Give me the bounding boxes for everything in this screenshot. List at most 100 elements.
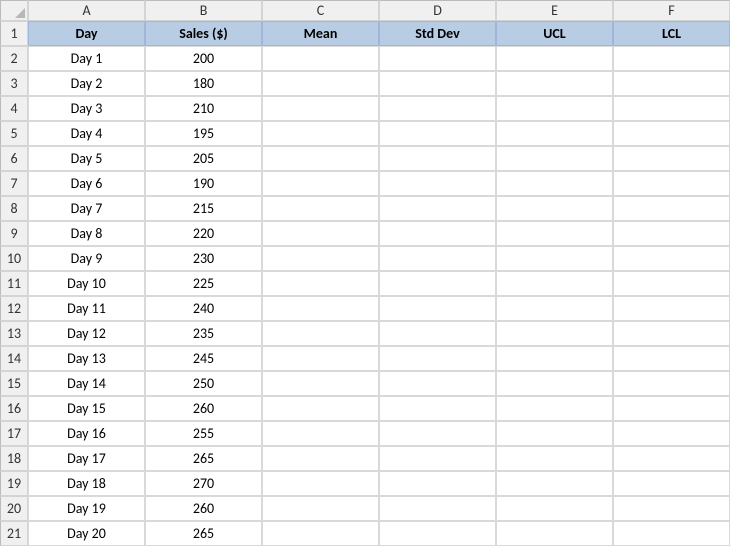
cell-F18[interactable] — [613, 446, 730, 471]
cell-B20[interactable]: 260 — [145, 496, 262, 521]
row-header-7[interactable]: 7 — [0, 171, 28, 196]
cell-D21[interactable] — [379, 521, 496, 546]
cell-E2[interactable] — [496, 46, 613, 71]
col-header-F[interactable]: F — [613, 0, 730, 21]
cell-F6[interactable] — [613, 146, 730, 171]
cell-A11[interactable]: Day 10 — [28, 271, 145, 296]
col-header-B[interactable]: B — [145, 0, 262, 21]
cell-F4[interactable] — [613, 96, 730, 121]
row-header-21[interactable]: 21 — [0, 521, 28, 546]
cell-D9[interactable] — [379, 221, 496, 246]
cell-D14[interactable] — [379, 346, 496, 371]
cell-F9[interactable] — [613, 221, 730, 246]
cell-F7[interactable] — [613, 171, 730, 196]
cell-F15[interactable] — [613, 371, 730, 396]
cell-B18[interactable]: 265 — [145, 446, 262, 471]
row-header-1[interactable]: 1 — [0, 21, 28, 46]
cell-A13[interactable]: Day 12 — [28, 321, 145, 346]
cell-C15[interactable] — [262, 371, 379, 396]
cell-D11[interactable] — [379, 271, 496, 296]
cell-E6[interactable] — [496, 146, 613, 171]
row-header-17[interactable]: 17 — [0, 421, 28, 446]
cell-A8[interactable]: Day 7 — [28, 196, 145, 221]
cell-D18[interactable] — [379, 446, 496, 471]
cell-C20[interactable] — [262, 496, 379, 521]
cell-F12[interactable] — [613, 296, 730, 321]
cell-A6[interactable]: Day 5 — [28, 146, 145, 171]
cell-C11[interactable] — [262, 271, 379, 296]
row-header-10[interactable]: 10 — [0, 246, 28, 271]
cell-D5[interactable] — [379, 121, 496, 146]
row-header-9[interactable]: 9 — [0, 221, 28, 246]
cell-A4[interactable]: Day 3 — [28, 96, 145, 121]
cell-C19[interactable] — [262, 471, 379, 496]
cell-E15[interactable] — [496, 371, 613, 396]
row-header-12[interactable]: 12 — [0, 296, 28, 321]
cell-A16[interactable]: Day 15 — [28, 396, 145, 421]
cell-D16[interactable] — [379, 396, 496, 421]
cell-E3[interactable] — [496, 71, 613, 96]
cell-B1[interactable]: Sales ($) — [145, 21, 262, 46]
row-header-18[interactable]: 18 — [0, 446, 28, 471]
cell-F19[interactable] — [613, 471, 730, 496]
cell-C18[interactable] — [262, 446, 379, 471]
cell-B12[interactable]: 240 — [145, 296, 262, 321]
cell-E19[interactable] — [496, 471, 613, 496]
cell-D6[interactable] — [379, 146, 496, 171]
cell-C3[interactable] — [262, 71, 379, 96]
cell-D13[interactable] — [379, 321, 496, 346]
cell-B3[interactable]: 180 — [145, 71, 262, 96]
cell-F20[interactable] — [613, 496, 730, 521]
cell-B11[interactable]: 225 — [145, 271, 262, 296]
cell-C2[interactable] — [262, 46, 379, 71]
col-header-A[interactable]: A — [28, 0, 145, 21]
cell-B13[interactable]: 235 — [145, 321, 262, 346]
cell-E13[interactable] — [496, 321, 613, 346]
row-header-16[interactable]: 16 — [0, 396, 28, 421]
col-header-E[interactable]: E — [496, 0, 613, 21]
cell-D8[interactable] — [379, 196, 496, 221]
cell-C21[interactable] — [262, 521, 379, 546]
cell-E21[interactable] — [496, 521, 613, 546]
cell-A19[interactable]: Day 18 — [28, 471, 145, 496]
cell-E4[interactable] — [496, 96, 613, 121]
cell-D7[interactable] — [379, 171, 496, 196]
row-header-14[interactable]: 14 — [0, 346, 28, 371]
cell-A9[interactable]: Day 8 — [28, 221, 145, 246]
cell-A15[interactable]: Day 14 — [28, 371, 145, 396]
cell-E20[interactable] — [496, 496, 613, 521]
cell-D2[interactable] — [379, 46, 496, 71]
cell-E10[interactable] — [496, 246, 613, 271]
cell-A7[interactable]: Day 6 — [28, 171, 145, 196]
cell-C4[interactable] — [262, 96, 379, 121]
cell-E14[interactable] — [496, 346, 613, 371]
cell-F2[interactable] — [613, 46, 730, 71]
cell-A18[interactable]: Day 17 — [28, 446, 145, 471]
row-header-15[interactable]: 15 — [0, 371, 28, 396]
cell-E9[interactable] — [496, 221, 613, 246]
cell-A21[interactable]: Day 20 — [28, 521, 145, 546]
cell-E18[interactable] — [496, 446, 613, 471]
cell-D10[interactable] — [379, 246, 496, 271]
row-header-6[interactable]: 6 — [0, 146, 28, 171]
cell-C8[interactable] — [262, 196, 379, 221]
cell-C7[interactable] — [262, 171, 379, 196]
select-all-corner[interactable] — [0, 0, 28, 21]
cell-B21[interactable]: 265 — [145, 521, 262, 546]
row-header-19[interactable]: 19 — [0, 471, 28, 496]
cell-C10[interactable] — [262, 246, 379, 271]
cell-E12[interactable] — [496, 296, 613, 321]
cell-B9[interactable]: 220 — [145, 221, 262, 246]
cell-C16[interactable] — [262, 396, 379, 421]
cell-F17[interactable] — [613, 421, 730, 446]
cell-C17[interactable] — [262, 421, 379, 446]
cell-A3[interactable]: Day 2 — [28, 71, 145, 96]
cell-F16[interactable] — [613, 396, 730, 421]
cell-D3[interactable] — [379, 71, 496, 96]
row-header-4[interactable]: 4 — [0, 96, 28, 121]
cell-E17[interactable] — [496, 421, 613, 446]
cell-D1[interactable]: Std Dev — [379, 21, 496, 46]
cell-A1[interactable]: Day — [28, 21, 145, 46]
cell-B16[interactable]: 260 — [145, 396, 262, 421]
row-header-20[interactable]: 20 — [0, 496, 28, 521]
